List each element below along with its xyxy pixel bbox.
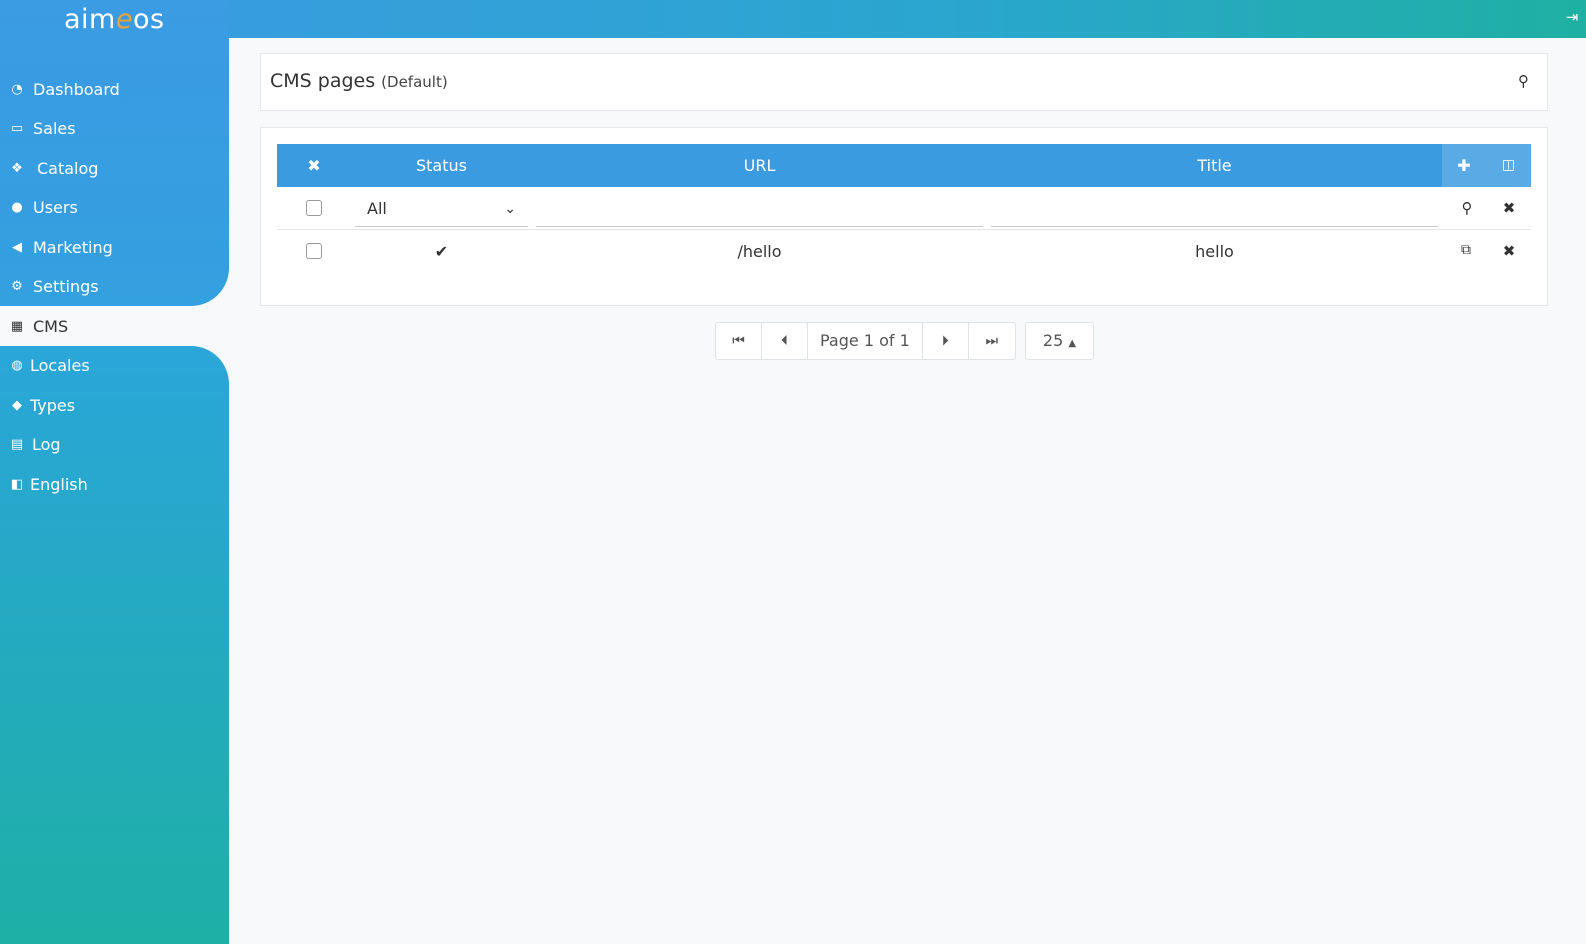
clear-selection-icon[interactable]: ✖: [277, 144, 351, 187]
chevron-down-icon: ⌄: [504, 201, 516, 217]
sidebar-item-locales[interactable]: ◍ Locales: [0, 345, 229, 385]
users-icon: ●: [11, 199, 23, 215]
sidebar-item-settings[interactable]: ⚙ Settings: [0, 266, 229, 306]
search-icon[interactable]: ⚲: [1457, 199, 1477, 217]
last-page-icon[interactable]: ⏭: [969, 323, 1015, 359]
previous-page-icon[interactable]: ⏴: [762, 323, 808, 359]
search-icon[interactable]: ⚲: [1518, 72, 1529, 90]
caret-up-icon: ▲: [1068, 338, 1077, 349]
status-check-icon: ✔: [434, 242, 449, 261]
url-filter-input[interactable]: [536, 193, 983, 227]
tag-icon: ◆: [12, 397, 22, 413]
row-url[interactable]: /hello: [536, 230, 983, 273]
bullhorn-icon: ◀: [12, 239, 22, 255]
page-header: CMS pages (Default) ⚲: [260, 53, 1548, 111]
page-title: CMS pages (Default): [270, 70, 448, 92]
sidebar: aimeos ◔ Dashboard ▭ Sales ❖ Catalog ● U…: [0, 0, 229, 944]
per-page-dropdown[interactable]: 25 ▲: [1025, 322, 1094, 360]
sidebar-item-english[interactable]: ◧ English: [0, 464, 229, 504]
next-page-icon[interactable]: ⏵: [923, 323, 969, 359]
column-title[interactable]: Title: [991, 144, 1438, 187]
globe-icon: ◍: [11, 357, 23, 373]
sidebar-item-cms[interactable]: ▦ CMS: [0, 306, 229, 346]
cubes-icon: ❖: [11, 160, 23, 176]
sidebar-item-types[interactable]: ◆ Types: [0, 385, 229, 425]
sidebar-item-sales[interactable]: ▭ Sales: [0, 108, 229, 148]
select-all-checkbox[interactable]: [306, 200, 322, 216]
row-title[interactable]: hello: [991, 230, 1438, 273]
status-filter-select[interactable]: All ⌄: [355, 193, 528, 227]
delete-icon[interactable]: ✖: [1499, 242, 1519, 260]
archive-icon: ▤: [10, 436, 24, 452]
first-page-icon[interactable]: ⏮: [716, 323, 762, 359]
top-bar: ⇥: [0, 0, 1586, 38]
add-icon[interactable]: ✚: [1442, 144, 1486, 187]
sidebar-item-users[interactable]: ● Users: [0, 187, 229, 227]
logo[interactable]: aimeos: [64, 4, 165, 35]
tachometer-icon: ◔: [11, 81, 23, 97]
language-icon: ◧: [10, 476, 24, 492]
money-icon: ▭: [10, 120, 24, 136]
sidebar-item-catalog[interactable]: ❖ Catalog: [0, 148, 229, 188]
sidebar-item-dashboard[interactable]: ◔ Dashboard: [0, 69, 229, 109]
sidebar-item-marketing[interactable]: ◀ Marketing: [0, 227, 229, 267]
column-url[interactable]: URL: [536, 144, 983, 187]
cogs-icon: ⚙: [11, 278, 23, 294]
pagination: ⏮ ⏴ Page 1 of 1 ⏵ ⏭: [715, 322, 1016, 360]
page-indicator: Page 1 of 1: [808, 323, 923, 359]
reset-filter-icon[interactable]: ✖: [1499, 199, 1519, 217]
copy-icon[interactable]: ⧉: [1456, 242, 1476, 258]
table-row[interactable]: ✔ /hello hello ⧉ ✖: [277, 230, 1531, 273]
column-status[interactable]: Status: [355, 144, 528, 187]
list-panel: ✖ Status URL Title ✚ ◫ All ⌄ ⚲ ✖ ✔ /hell…: [260, 127, 1548, 306]
sidebar-item-log[interactable]: ▤ Log: [0, 424, 229, 464]
logout-icon[interactable]: ⇥: [1562, 7, 1582, 27]
columns-icon[interactable]: ◫: [1486, 144, 1531, 187]
row-checkbox[interactable]: [306, 243, 322, 259]
table-header: ✖ Status URL Title ✚ ◫: [277, 144, 1531, 187]
filter-row: All ⌄ ⚲ ✖: [277, 187, 1531, 230]
grid-icon: ▦: [10, 318, 24, 334]
title-filter-input[interactable]: [991, 193, 1438, 227]
